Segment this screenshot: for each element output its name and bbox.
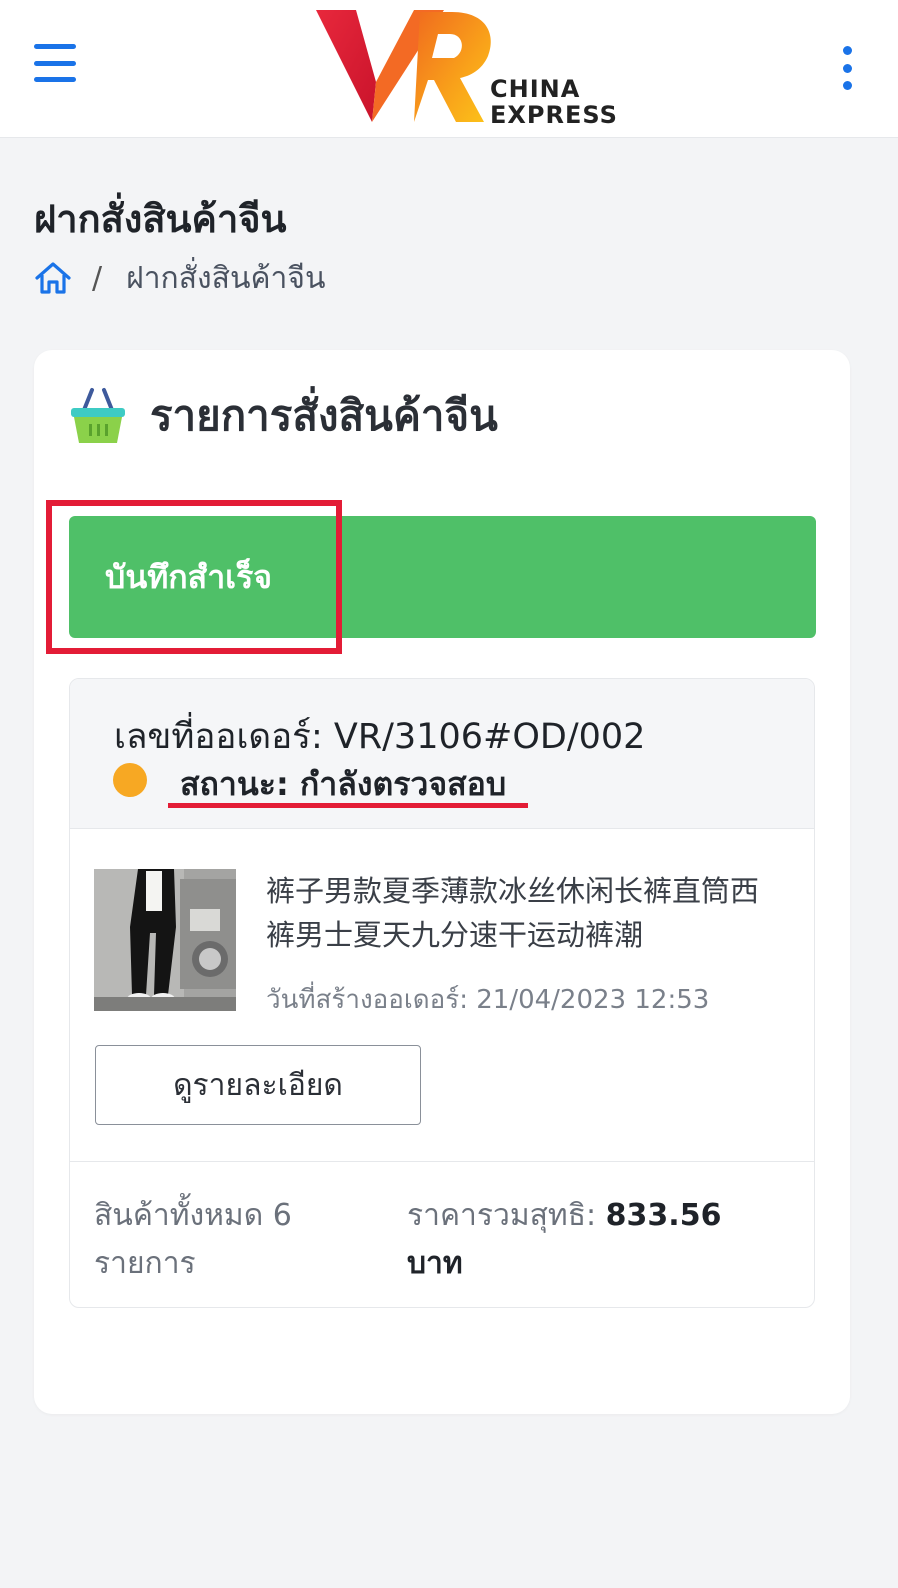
net-price: ราคารวมสุทธิ: 833.56 บาท [407, 1192, 787, 1288]
card-title: รายการสั่งสินค้าจีน [150, 391, 498, 440]
annotation-highlight-box [46, 500, 342, 654]
order-number: เลขที่ออเดอร์: VR/3106#OD/002 [114, 717, 646, 757]
order-created-date: วันที่สร้างออเดอร์: 21/04/2023 12:53 [266, 985, 710, 1015]
page-title: ฝากสั่งสินค้าจีน [34, 197, 287, 241]
logo-wordmark: CHINA EXPRESS [490, 76, 618, 128]
net-price-value: 833.56 [605, 1198, 722, 1233]
order-item: เลขที่ออเดอร์: VR/3106#OD/002 สถานะ: กำล… [69, 678, 815, 1308]
logo-line-china: CHINA [490, 75, 581, 103]
status-dot-icon [113, 763, 147, 797]
logo-line-express: EXPRESS [490, 101, 618, 129]
view-details-button[interactable]: ดูรายละเอียด [95, 1045, 421, 1125]
home-icon[interactable] [34, 261, 72, 295]
vr-china-express-logo[interactable]: CHINA EXPRESS [312, 6, 622, 128]
product-thumbnail[interactable] [94, 869, 236, 1011]
annotation-underline [168, 803, 528, 808]
hamburger-menu-icon[interactable] [34, 44, 76, 82]
net-price-label: ราคารวมสุทธิ: [407, 1198, 597, 1233]
more-vertical-icon[interactable] [838, 46, 856, 90]
product-photo [94, 869, 236, 1011]
order-summary: สินค้าทั้งหมด 6 รายการ ราคารวมสุทธิ: 833… [70, 1161, 814, 1307]
breadcrumb-separator: / [92, 260, 103, 296]
total-items: สินค้าทั้งหมด 6 รายการ [94, 1198, 292, 1281]
shopping-basket-icon [71, 388, 125, 443]
product-name[interactable]: 裤子男款夏季薄款冰丝休闲长裤直筒西裤男士夏天九分速干运动裤潮 [266, 869, 786, 957]
order-header: เลขที่ออเดอร์: VR/3106#OD/002 สถานะ: กำล… [70, 679, 814, 829]
order-list-card: รายการสั่งสินค้าจีน บันทึกสำเร็จ เลขที่อ… [34, 350, 850, 1414]
breadcrumb-current: ฝากสั่งสินค้าจีน [126, 260, 326, 296]
card-header: รายการสั่งสินค้าจีน [68, 384, 498, 448]
breadcrumb: / ฝากสั่งสินค้าจีน [34, 258, 325, 298]
top-app-bar: CHINA EXPRESS [0, 0, 898, 138]
net-price-currency: บาท [407, 1246, 463, 1281]
